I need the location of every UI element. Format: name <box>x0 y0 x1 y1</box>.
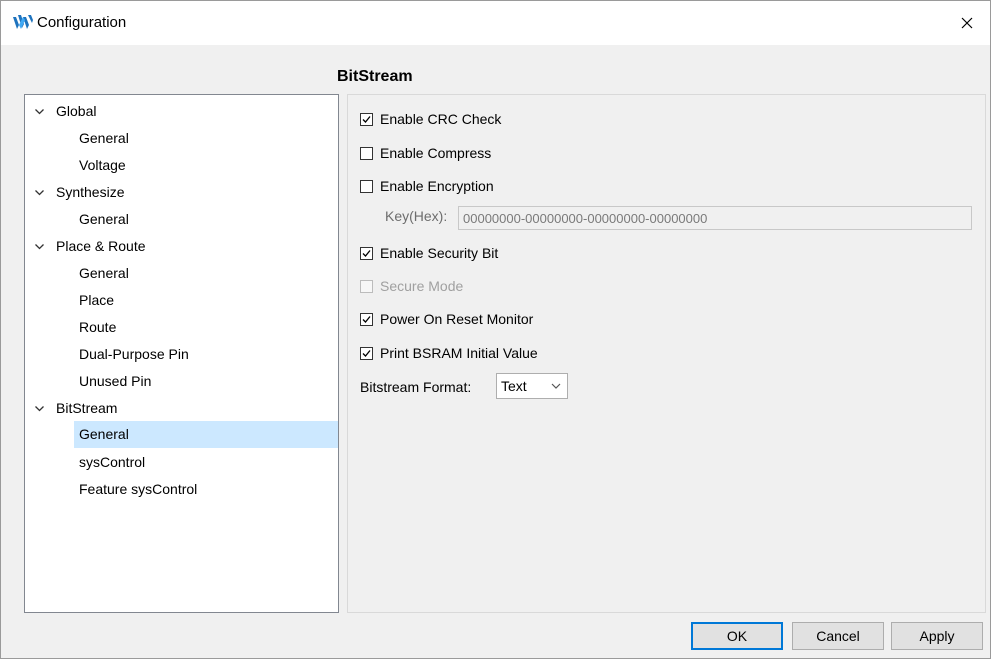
tree-item-route[interactable]: Route <box>74 314 338 340</box>
tree-item-unused-pin[interactable]: Unused Pin <box>74 368 338 394</box>
chevron-down-icon <box>551 383 561 389</box>
tree-item-label: General <box>79 265 129 281</box>
bitstream-format-label: Bitstream Format: <box>360 379 472 395</box>
tree-item-feature-syscontrol[interactable]: Feature sysControl <box>74 476 338 502</box>
close-icon <box>961 17 973 29</box>
tree-item-label: Dual-Purpose Pin <box>79 346 189 362</box>
tree-item-dual-purpose-pin[interactable]: Dual-Purpose Pin <box>74 341 338 367</box>
checkmark-icon <box>362 315 371 323</box>
tree-item-bitstream[interactable]: BitStream <box>25 395 338 421</box>
configuration-dialog: Configuration BitStream Global General V… <box>0 0 991 659</box>
cancel-button[interactable]: Cancel <box>792 622 884 650</box>
tree-item-label: Voltage <box>79 157 126 173</box>
power-on-reset-monitor-row[interactable]: Power On Reset Monitor <box>360 309 533 329</box>
enable-crc-check-checkbox[interactable] <box>360 112 373 126</box>
bitstream-format-select[interactable]: Text <box>496 373 568 399</box>
tree-item-label: General <box>79 426 129 442</box>
secure-mode-checkbox <box>360 279 373 293</box>
bitstream-settings-panel: Enable CRC Check Enable Compress Enable … <box>347 94 986 613</box>
print-bsram-initial-value-row[interactable]: Print BSRAM Initial Value <box>360 343 538 363</box>
tree-item-label: Route <box>79 319 117 335</box>
apply-button[interactable]: Apply <box>891 622 983 650</box>
enable-security-bit-label: Enable Security Bit <box>380 245 499 261</box>
tree-item-label: General <box>79 211 129 227</box>
section-title: BitStream <box>337 68 413 85</box>
tree-item-label: Place <box>79 292 115 308</box>
print-bsram-initial-value-label: Print BSRAM Initial Value <box>380 345 538 361</box>
tree-item-synthesize-general[interactable]: General <box>74 206 338 232</box>
enable-security-bit-row[interactable]: Enable Security Bit <box>360 243 498 263</box>
tree-item-syscontrol[interactable]: sysControl <box>74 449 338 475</box>
category-tree[interactable]: Global General Voltage Synthesize Genera… <box>24 94 339 613</box>
enable-encryption-checkbox[interactable] <box>360 179 373 193</box>
tree-item-label: Feature sysControl <box>79 481 198 497</box>
enable-crc-check-row[interactable]: Enable CRC Check <box>360 109 501 129</box>
tree-item-label: Unused Pin <box>79 373 152 389</box>
tree-item-synthesize[interactable]: Synthesize <box>25 179 338 205</box>
title-bar: Configuration <box>1 1 990 45</box>
enable-crc-check-label: Enable CRC Check <box>380 111 502 127</box>
tree-item-global-general[interactable]: General <box>74 125 338 151</box>
print-bsram-initial-value-checkbox[interactable] <box>360 346 373 360</box>
power-on-reset-monitor-label: Power On Reset Monitor <box>380 311 534 327</box>
tree-item-label: Synthesize <box>56 184 125 200</box>
close-button[interactable] <box>944 1 990 45</box>
window-title: Configuration <box>37 14 127 31</box>
tree-item-label: BitStream <box>56 400 118 416</box>
enable-compress-checkbox[interactable] <box>360 146 373 160</box>
tree-item-label: Global <box>56 103 97 119</box>
enable-compress-label: Enable Compress <box>380 145 492 161</box>
chevron-down-icon[interactable] <box>34 403 45 414</box>
key-hex-input[interactable] <box>458 206 972 230</box>
tree-item-global[interactable]: Global <box>25 98 338 124</box>
power-on-reset-monitor-checkbox[interactable] <box>360 312 373 326</box>
chevron-down-icon[interactable] <box>34 106 45 117</box>
bitstream-format-value: Text <box>501 378 527 394</box>
chevron-down-icon[interactable] <box>34 241 45 252</box>
secure-mode-row: Secure Mode <box>360 276 463 296</box>
checkmark-icon <box>362 115 371 123</box>
secure-mode-label: Secure Mode <box>380 278 464 294</box>
tree-item-place-route-general[interactable]: General <box>74 260 338 286</box>
tree-item-place-route[interactable]: Place & Route <box>25 233 338 259</box>
tree-item-label: sysControl <box>79 454 146 470</box>
enable-encryption-row[interactable]: Enable Encryption <box>360 176 494 196</box>
ok-button[interactable]: OK <box>691 622 783 650</box>
enable-security-bit-checkbox[interactable] <box>360 246 373 260</box>
checkmark-icon <box>362 349 371 357</box>
key-hex-label: Key(Hex): <box>385 208 448 224</box>
tree-item-label: General <box>79 130 129 146</box>
tree-item-place[interactable]: Place <box>74 287 338 313</box>
checkmark-icon <box>362 249 371 257</box>
tree-item-label: Place & Route <box>56 238 146 254</box>
enable-encryption-label: Enable Encryption <box>380 178 494 194</box>
enable-compress-row[interactable]: Enable Compress <box>360 143 491 163</box>
app-logo-icon <box>13 15 33 31</box>
chevron-down-icon[interactable] <box>34 187 45 198</box>
tree-item-bitstream-general[interactable]: General <box>74 421 338 448</box>
tree-item-global-voltage[interactable]: Voltage <box>74 152 338 178</box>
